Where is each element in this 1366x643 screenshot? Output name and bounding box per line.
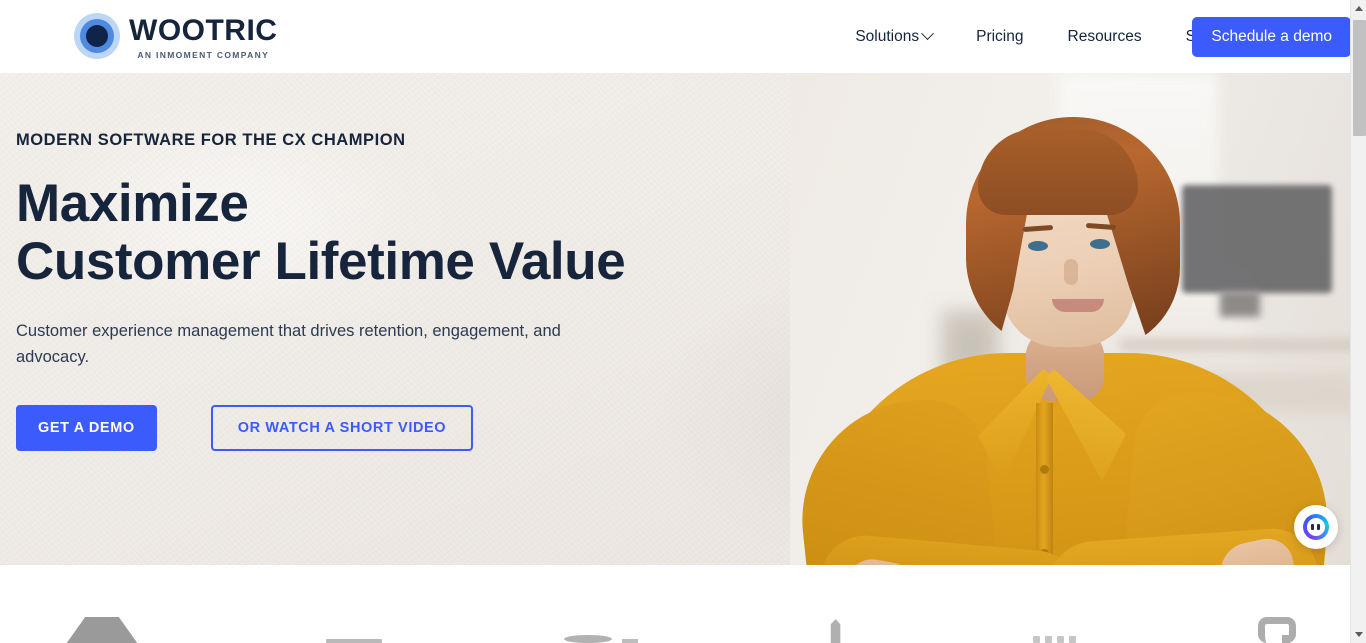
brand-text: WOOTRIC AN INMOMENT COMPANY [129, 13, 278, 61]
hero-eyebrow: MODERN SOFTWARE FOR THE CX CHAMPION [16, 131, 406, 149]
scroll-up-arrow-icon[interactable] [1351, 0, 1366, 17]
site-header: WOOTRIC AN INMOMENT COMPANY Solutions Pr… [0, 0, 1350, 73]
hero-subheading: Customer experience management that driv… [16, 321, 561, 366]
customer-logo-strip [0, 565, 1350, 643]
brand-logo[interactable]: WOOTRIC AN INMOMENT COMPANY [74, 13, 277, 60]
brand-tagline: AN INMOMENT COMPANY [137, 50, 270, 60]
hero-button-group: GET A DEMO OR WATCH A SHORT VIDEO [16, 404, 676, 451]
get-a-demo-button[interactable]: GET A DEMO [16, 404, 157, 451]
nav-item-label: Solutions [855, 27, 920, 45]
hero-photo [790, 73, 1350, 565]
page-viewport: WOOTRIC AN INMOMENT COMPANY Solutions Pr… [0, 0, 1350, 643]
schedule-demo-button[interactable]: Schedule a demo [1192, 17, 1350, 57]
logo-peak-mark [60, 615, 144, 643]
logo-arch-mark [821, 615, 851, 643]
logo-dots-mark [1032, 615, 1076, 643]
chat-bot-face-icon [1303, 514, 1329, 540]
watch-short-video-button[interactable]: OR WATCH A SHORT VIDEO [210, 404, 474, 451]
hero-headline-line2: Customer Lifetime Value [16, 232, 626, 292]
hero-headline: Maximize Customer Lifetime Value [16, 174, 676, 292]
scroll-down-arrow-icon[interactable] [1351, 626, 1366, 643]
nav-item-label: Pricing [976, 27, 1024, 45]
nav-item-pricing[interactable]: Pricing [954, 28, 1045, 46]
hero-section: MODERN SOFTWARE FOR THE CX CHAMPION Maxi… [0, 73, 1350, 565]
brand-name: WOOTRIC [129, 14, 278, 47]
hero-content: MODERN SOFTWARE FOR THE CX CHAMPION Maxi… [16, 73, 676, 451]
nav-item-resources[interactable]: Resources [1046, 28, 1164, 46]
logo-bar-wordmark [326, 615, 383, 643]
hero-headline-line1: Maximize [16, 174, 249, 233]
chat-widget-button[interactable] [1294, 505, 1338, 549]
logo-rounded-square-mark [1257, 615, 1296, 643]
chevron-down-icon [921, 27, 934, 41]
nav-item-solutions[interactable]: Solutions [833, 27, 954, 46]
logo-ellipse-mark [564, 615, 639, 643]
wootric-target-logo-icon [74, 13, 120, 59]
vertical-scrollbar[interactable] [1350, 0, 1366, 643]
scroll-thumb[interactable] [1353, 20, 1366, 136]
nav-item-label: Resources [1067, 27, 1142, 45]
